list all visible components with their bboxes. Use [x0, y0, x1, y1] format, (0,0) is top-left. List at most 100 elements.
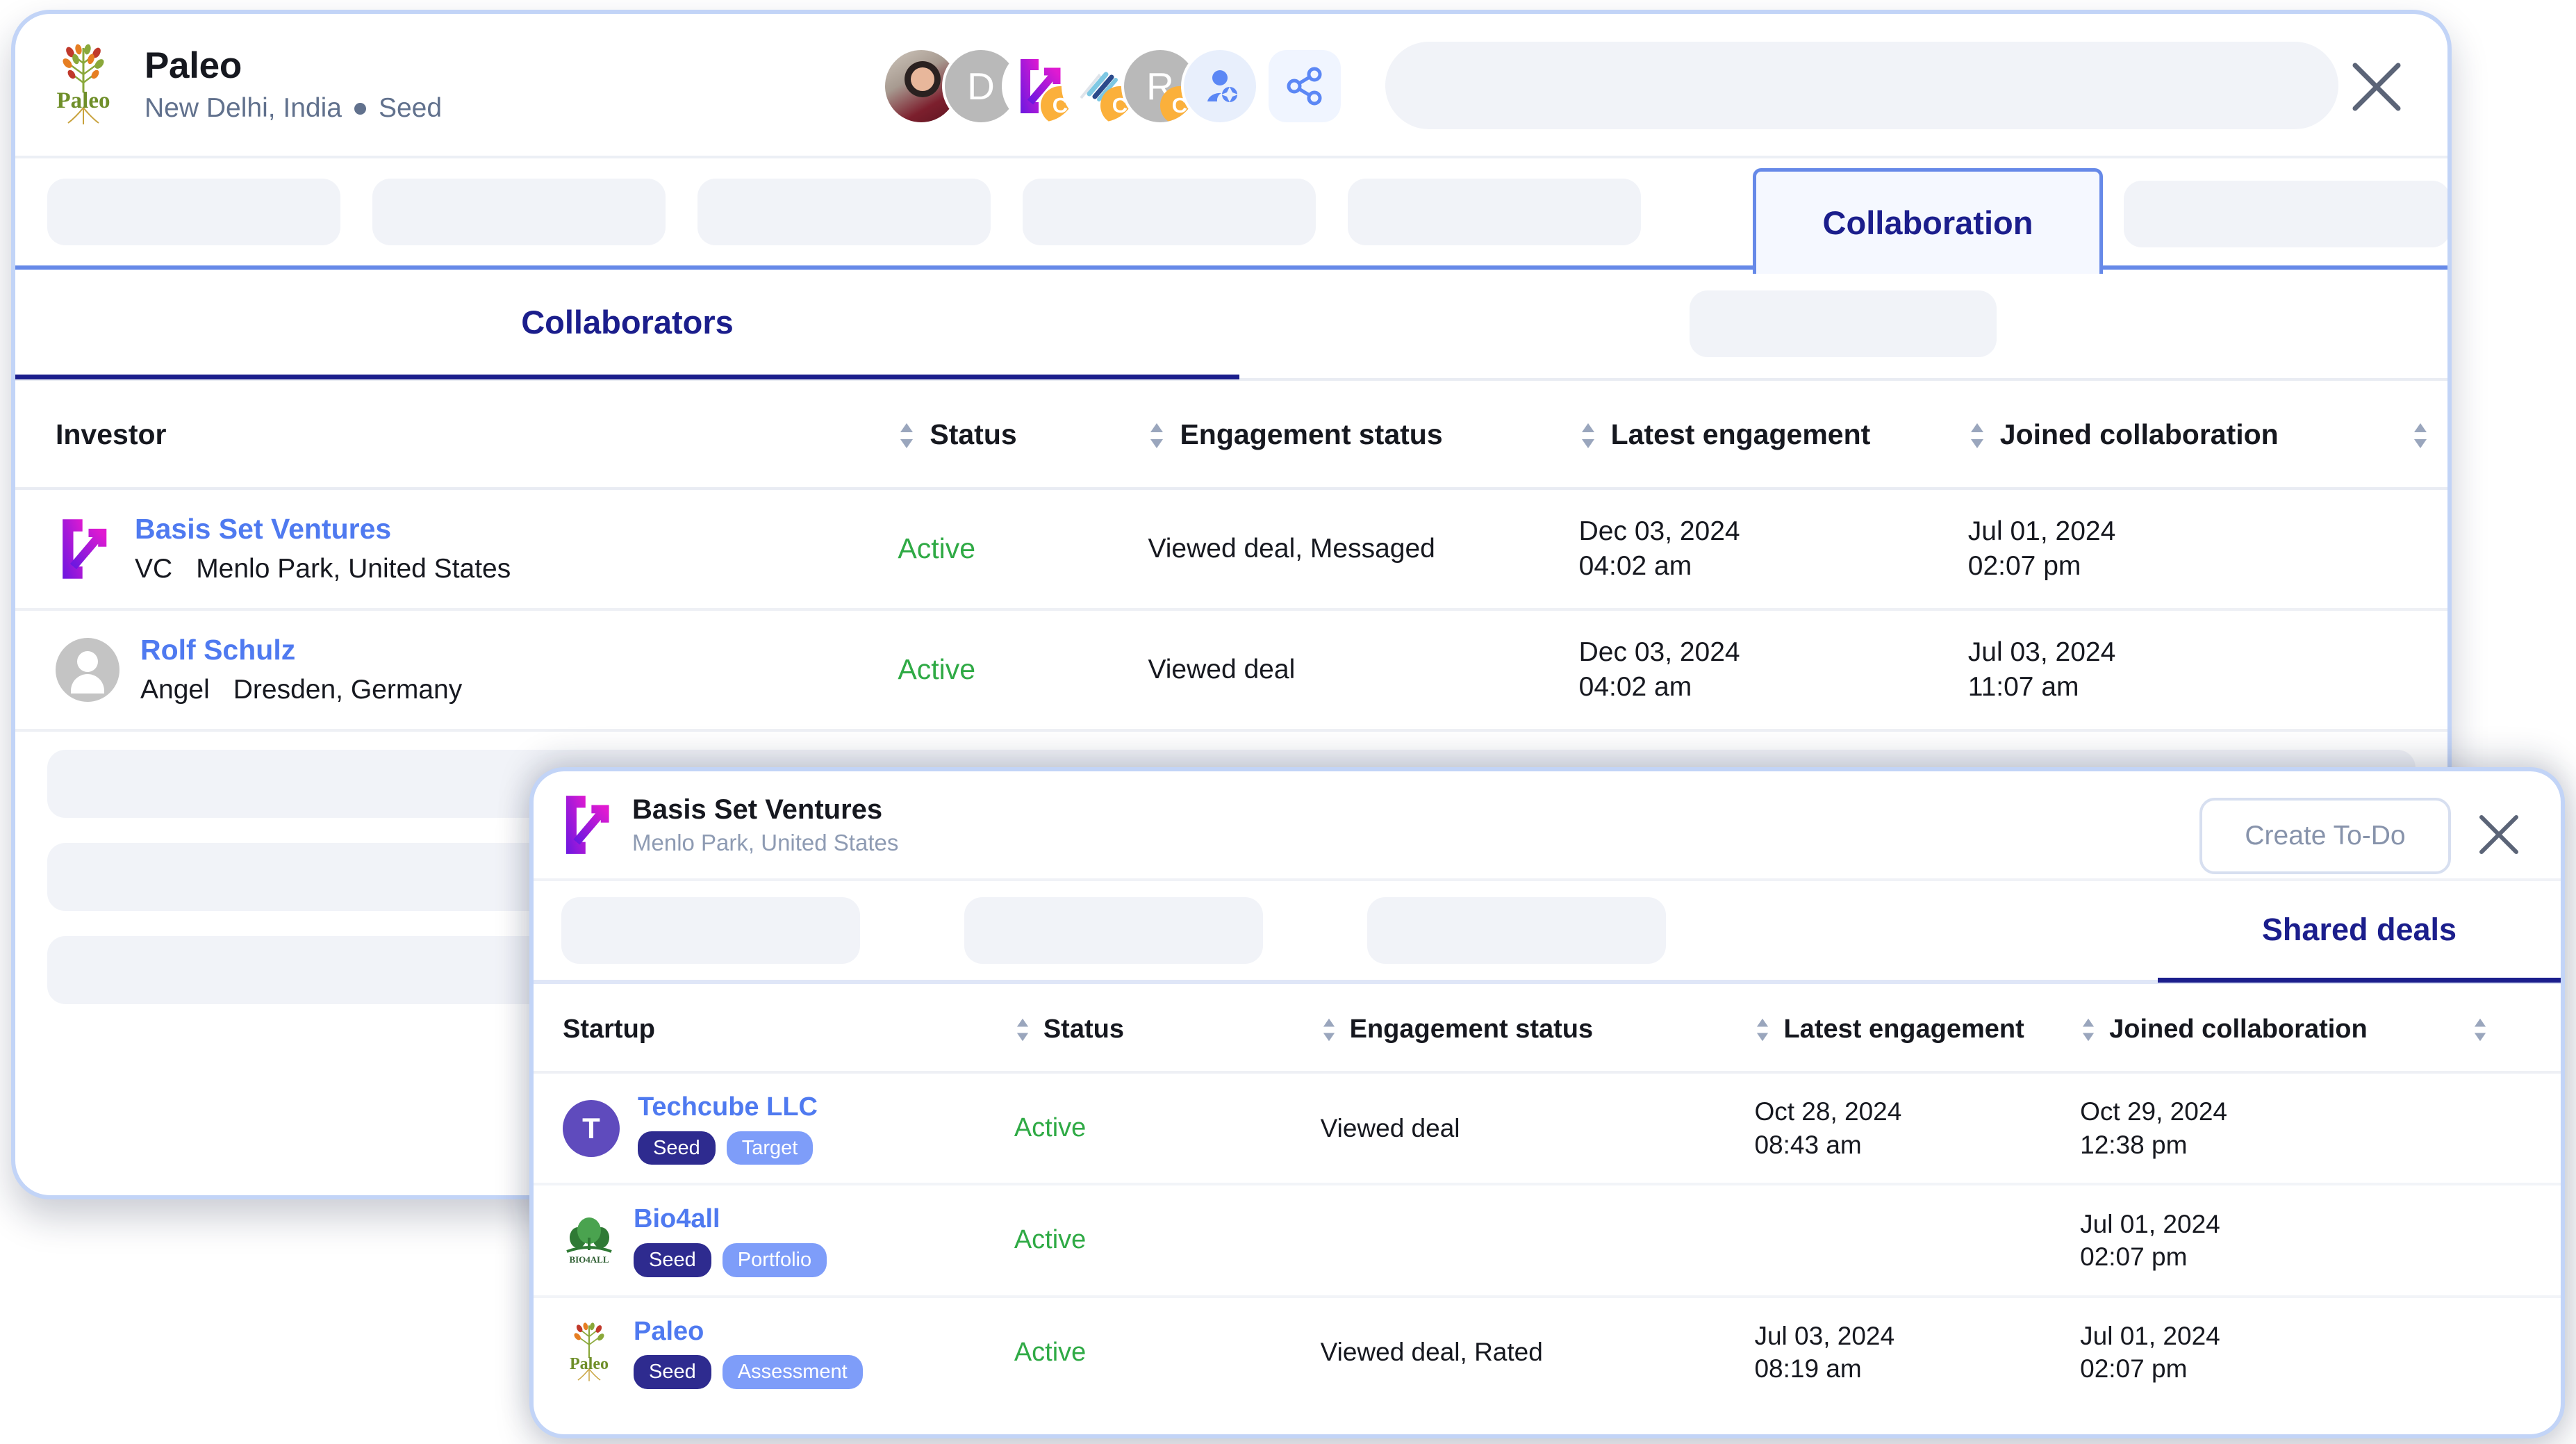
status-cell: Active — [898, 609, 1148, 732]
relationship-badge: Portfolio — [722, 1243, 827, 1277]
status-badge: Active — [1014, 1225, 1087, 1255]
startup-cell: Paleo Paleo Seed Assessment — [534, 1297, 1014, 1407]
startup-name-link[interactable]: Bio4all — [634, 1204, 720, 1233]
tab-placeholder[interactable] — [2124, 181, 2447, 247]
tab-shared-deals[interactable]: Shared deals — [2158, 881, 2561, 983]
column-header-engagement-status[interactable]: Engagement status — [1320, 984, 1755, 1074]
status-badge: Active — [1014, 1113, 1087, 1143]
paleo-logo-icon: Paleo — [57, 44, 110, 124]
date-value: Oct 28, 2024 — [1754, 1097, 1902, 1126]
tab-placeholder[interactable] — [1348, 179, 1641, 245]
secondary-tab-bar[interactable]: Collaborators — [15, 270, 2447, 381]
create-todo-button[interactable]: Create To-Do — [2199, 798, 2451, 874]
time-value: 08:43 am — [1754, 1130, 1862, 1159]
generic-person-avatar-icon — [56, 637, 119, 702]
investor-name-link[interactable]: Rolf Schulz — [140, 634, 295, 666]
profile-location: New Delhi, India — [145, 93, 342, 124]
sort-icon — [1016, 1018, 1028, 1042]
collaborator-avatar-group[interactable]: D C C R C — [882, 47, 1259, 125]
tab-collaborators[interactable]: Collaborators — [15, 270, 1239, 379]
stage-badge: Seed — [638, 1131, 716, 1165]
sort-icon — [1757, 1018, 1769, 1042]
table-header-row: Investor Status Engagement status Latest… — [15, 381, 2447, 490]
table-header-row: Startup Status Engagement status Latest … — [534, 984, 2561, 1074]
status-badge: Active — [898, 653, 976, 686]
basis-set-ventures-logo-icon — [561, 794, 614, 855]
date-value: Dec 03, 2024 — [1578, 637, 1740, 668]
table-row[interactable]: Rolf Schulz Angel Dresden, Germany Activ… — [15, 609, 2447, 732]
joined-collaboration-cell: Jul 01, 2024 02:07 pm — [2080, 1184, 2561, 1298]
column-header-status[interactable]: Status — [898, 381, 1148, 490]
latest-engagement-cell: Dec 03, 2024 04:02 am — [1578, 609, 1968, 732]
collaborators-table: Investor Status Engagement status Latest… — [15, 381, 2447, 732]
startup-name-link[interactable]: Paleo — [634, 1317, 704, 1346]
table-row[interactable]: T Techcube LLC Seed Target Active Viewed… — [534, 1072, 2561, 1186]
close-icon[interactable] — [2476, 812, 2522, 858]
engagement-status-cell: Viewed deal — [1320, 1072, 1755, 1186]
tab-placeholder[interactable] — [964, 897, 1263, 964]
status-cell: Active — [1014, 1072, 1321, 1186]
tab-placeholder[interactable] — [47, 179, 340, 245]
latest-engagement-cell: Jul 03, 2024 08:19 am — [1754, 1297, 2080, 1407]
sort-icon — [900, 423, 914, 448]
shared-deals-table: Startup Status Engagement status Latest … — [534, 984, 2561, 1407]
profile-subtitle: New Delhi, India Seed — [145, 93, 442, 124]
column-header-latest-engagement[interactable]: Latest engagement — [1754, 984, 2081, 1074]
joined-collaboration-cell: Jul 01, 2024 02:07 pm — [2080, 1297, 2561, 1407]
table-row[interactable]: Basis Set Ventures VC Menlo Park, United… — [15, 489, 2447, 611]
investor-cell: Basis Set Ventures VC Menlo Park, United… — [15, 489, 898, 611]
engagement-status-cell — [1320, 1184, 1755, 1298]
avatar-overflow-button[interactable] — [1181, 47, 1259, 125]
status-badge: Active — [898, 532, 976, 565]
profile-header: Paleo Paleo New Delhi, India Seed D C C … — [15, 14, 2447, 158]
svg-text:BIO4ALL: BIO4ALL — [569, 1254, 609, 1265]
sort-icon — [1970, 423, 1983, 448]
investor-location: Dresden, Germany — [233, 675, 463, 705]
column-header-joined-collaboration[interactable]: Joined collaboration — [1967, 381, 2447, 490]
panel-tab-bar[interactable]: Shared deals — [534, 881, 2561, 984]
investor-type: Angel — [140, 675, 210, 705]
tab-placeholder[interactable] — [1023, 179, 1316, 245]
primary-tab-bar[interactable]: Collaboration — [15, 158, 2447, 274]
time-value: 02:07 pm — [2080, 1354, 2188, 1384]
joined-collaboration-cell: Oct 29, 2024 12:38 pm — [2080, 1072, 2561, 1186]
tab-collaboration[interactable]: Collaboration — [1753, 168, 2103, 274]
startup-cell: T Techcube LLC Seed Target — [534, 1072, 1014, 1186]
techcube-logo-icon: T — [563, 1099, 620, 1157]
investor-name-link[interactable]: Basis Set Ventures — [135, 513, 391, 545]
latest-engagement-cell: Oct 28, 2024 08:43 am — [1754, 1072, 2081, 1186]
joined-collaboration-cell: Jul 03, 2024 11:07 am — [1967, 609, 2447, 732]
tab-placeholder[interactable] — [372, 179, 666, 245]
column-header-status[interactable]: Status — [1014, 984, 1321, 1074]
search-input[interactable] — [1385, 42, 2338, 129]
sort-icon — [1581, 423, 1594, 448]
share-button[interactable] — [1269, 50, 1341, 122]
tab-placeholder[interactable] — [561, 897, 860, 964]
column-header-engagement-status[interactable]: Engagement status — [1148, 381, 1579, 490]
column-header-investor[interactable]: Investor — [15, 381, 898, 490]
tab-placeholder[interactable] — [1690, 290, 1997, 357]
panel-header: Basis Set Ventures Menlo Park, United St… — [534, 771, 2561, 881]
time-value: 02:07 pm — [1967, 550, 2081, 581]
table-row[interactable]: BIO4ALL Bio4all Seed Portfolio Active Ju… — [534, 1184, 2561, 1298]
stage-badge: Seed — [634, 1243, 711, 1277]
time-value: 08:19 am — [1754, 1354, 1862, 1384]
close-icon[interactable] — [2348, 58, 2405, 115]
table-row[interactable]: Paleo Paleo Seed Assessment Active Viewe… — [534, 1297, 2561, 1407]
panel-subtitle: Menlo Park, United States — [632, 830, 899, 856]
startup-cell: BIO4ALL Bio4all Seed Portfolio — [534, 1184, 1014, 1298]
status-cell: Active — [1014, 1297, 1321, 1407]
date-value: Jul 01, 2024 — [1967, 516, 2116, 547]
badge-group: Seed Assessment — [634, 1355, 863, 1389]
column-header-latest-engagement[interactable]: Latest engagement — [1578, 381, 1968, 490]
column-header-startup[interactable]: Startup — [534, 984, 1014, 1074]
date-value: Jul 01, 2024 — [2080, 1209, 2220, 1238]
latest-engagement-cell: Dec 03, 2024 04:02 am — [1578, 489, 1968, 611]
engagement-status-cell: Viewed deal, Messaged — [1148, 489, 1579, 611]
column-header-joined-collaboration[interactable]: Joined collaboration — [2080, 984, 2561, 1074]
tab-placeholder[interactable] — [697, 179, 991, 245]
investor-type: VC — [135, 554, 173, 584]
startup-name-link[interactable]: Techcube LLC — [638, 1092, 818, 1122]
tab-placeholder[interactable] — [1367, 897, 1666, 964]
date-value: Jul 03, 2024 — [1967, 637, 2116, 668]
